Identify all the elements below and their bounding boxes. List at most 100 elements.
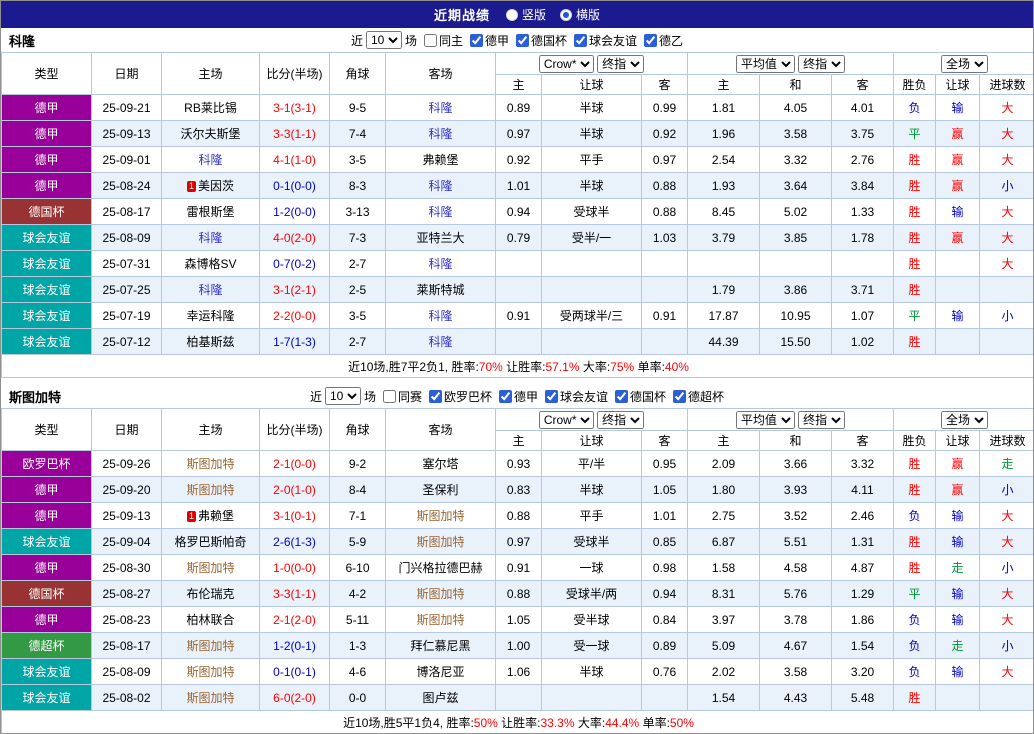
away-team-link[interactable]: 科隆 [386, 95, 496, 121]
scope-select[interactable]: 全场 [941, 411, 988, 429]
away-team-link[interactable]: 图卢兹 [386, 685, 496, 711]
score-link[interactable]: 2-1(2-0) [260, 607, 330, 633]
scope-select[interactable]: 全场 [941, 55, 988, 73]
home-team-link[interactable]: 幸运科隆 [162, 303, 260, 329]
home-team-link[interactable]: 森博格SV [162, 251, 260, 277]
home-team-link[interactable]: 雷根斯堡 [162, 199, 260, 225]
home-team-link[interactable]: 斯图加特 [162, 451, 260, 477]
league-filter-checkbox[interactable] [429, 390, 442, 403]
avg-guest-cell: 3.71 [832, 277, 894, 303]
away-team-link[interactable]: 斯图加特 [386, 529, 496, 555]
score-link[interactable]: 3-1(2-1) [260, 277, 330, 303]
score-link[interactable]: 6-0(2-0) [260, 685, 330, 711]
league-filter[interactable]: 德超杯 [669, 388, 724, 405]
score-link[interactable]: 0-1(0-1) [260, 659, 330, 685]
score-link[interactable]: 3-1(0-1) [260, 503, 330, 529]
odds-company-select[interactable]: Crow* [539, 411, 594, 429]
radio-vertical[interactable]: 竖版 [506, 6, 546, 23]
score-link[interactable]: 4-1(1-0) [260, 147, 330, 173]
home-team-link[interactable]: 格罗巴斯帕奇 [162, 529, 260, 555]
away-team-link[interactable]: 斯图加特 [386, 607, 496, 633]
away-team-link[interactable]: 博洛尼亚 [386, 659, 496, 685]
league-filter-checkbox[interactable] [470, 34, 483, 47]
average-select[interactable]: 平均值 [736, 55, 795, 73]
away-team-link[interactable]: 科隆 [386, 329, 496, 355]
home-team-link[interactable]: 斯图加特 [162, 685, 260, 711]
final-odds-select[interactable]: 终指 [597, 55, 644, 73]
recent-count-select[interactable]: 10 [325, 387, 361, 405]
home-team-link[interactable]: 斯图加特 [162, 633, 260, 659]
league-filter[interactable]: 德甲 [466, 32, 509, 49]
league-filter-checkbox[interactable] [516, 34, 529, 47]
average-select[interactable]: 平均值 [736, 411, 795, 429]
final-odds-select[interactable]: 终指 [798, 411, 845, 429]
score-link[interactable]: 3-3(1-1) [260, 581, 330, 607]
final-odds-select[interactable]: 终指 [798, 55, 845, 73]
league-filter-checkbox[interactable] [383, 390, 396, 403]
away-team-link[interactable]: 弗赖堡 [386, 147, 496, 173]
score-link[interactable]: 3-3(1-1) [260, 121, 330, 147]
score-link[interactable]: 3-1(3-1) [260, 95, 330, 121]
recent-count-select[interactable]: 10 [366, 31, 402, 49]
score-link[interactable]: 2-0(1-0) [260, 477, 330, 503]
radio-horizontal[interactable]: 横版 [560, 6, 600, 23]
home-team-link[interactable]: 1美因茨 [162, 173, 260, 199]
away-team-link[interactable]: 科隆 [386, 251, 496, 277]
score-link[interactable]: 1-2(0-0) [260, 199, 330, 225]
score-link[interactable]: 0-1(0-0) [260, 173, 330, 199]
league-filter[interactable]: 德国杯 [611, 388, 666, 405]
score-link[interactable]: 1-2(0-1) [260, 633, 330, 659]
away-team-link[interactable]: 斯图加特 [386, 581, 496, 607]
away-team-link[interactable]: 斯图加特 [386, 503, 496, 529]
league-filter[interactable]: 德国杯 [512, 32, 567, 49]
score-link[interactable]: 2-6(1-3) [260, 529, 330, 555]
score-link[interactable]: 2-2(0-0) [260, 303, 330, 329]
home-team-link[interactable]: 斯图加特 [162, 477, 260, 503]
away-team-link[interactable]: 拜仁慕尼黑 [386, 633, 496, 659]
away-team-link[interactable]: 圣保利 [386, 477, 496, 503]
home-team-link[interactable]: 斯图加特 [162, 659, 260, 685]
league-filter[interactable]: 欧罗巴杯 [425, 388, 492, 405]
league-filter[interactable]: 德甲 [495, 388, 538, 405]
score-link[interactable]: 1-7(1-3) [260, 329, 330, 355]
league-filter[interactable]: 同赛 [379, 388, 422, 405]
away-team-link[interactable]: 科隆 [386, 303, 496, 329]
league-filter-checkbox[interactable] [424, 34, 437, 47]
away-team-link[interactable]: 科隆 [386, 199, 496, 225]
home-team-link[interactable]: 斯图加特 [162, 555, 260, 581]
odds-company-select[interactable]: Crow* [539, 55, 594, 73]
home-team-link[interactable]: 布伦瑞克 [162, 581, 260, 607]
home-team-link[interactable]: 1弗赖堡 [162, 503, 260, 529]
away-team-link[interactable]: 门兴格拉德巴赫 [386, 555, 496, 581]
league-filter[interactable]: 球会友谊 [541, 388, 608, 405]
league-filter-checkbox[interactable] [545, 390, 558, 403]
score-link[interactable]: 2-1(0-0) [260, 451, 330, 477]
home-team-link[interactable]: RB莱比锡 [162, 95, 260, 121]
final-odds-select[interactable]: 终指 [597, 411, 644, 429]
away-team-link[interactable]: 亚特兰大 [386, 225, 496, 251]
summary-text: 大率: [580, 360, 611, 374]
home-team-link[interactable]: 柏林联合 [162, 607, 260, 633]
score-link[interactable]: 0-7(0-2) [260, 251, 330, 277]
home-team-link[interactable]: 科隆 [162, 225, 260, 251]
league-filter-checkbox[interactable] [673, 390, 686, 403]
home-team-link[interactable]: 科隆 [162, 277, 260, 303]
home-team-link[interactable]: 沃尔夫斯堡 [162, 121, 260, 147]
home-team-link[interactable]: 科隆 [162, 147, 260, 173]
corner-cell: 9-5 [330, 95, 386, 121]
away-team-link[interactable]: 莱斯特城 [386, 277, 496, 303]
league-filter[interactable]: 球会友谊 [570, 32, 637, 49]
league-filter-checkbox[interactable] [644, 34, 657, 47]
score-link[interactable]: 4-0(2-0) [260, 225, 330, 251]
away-team-link[interactable]: 塞尔塔 [386, 451, 496, 477]
away-team-link[interactable]: 科隆 [386, 121, 496, 147]
home-team-link[interactable]: 柏基斯兹 [162, 329, 260, 355]
league-filter[interactable]: 德乙 [640, 32, 683, 49]
away-team-link[interactable]: 科隆 [386, 173, 496, 199]
league-filter[interactable]: 同主 [420, 32, 463, 49]
league-filter-checkbox[interactable] [574, 34, 587, 47]
league-filter-checkbox[interactable] [499, 390, 512, 403]
score-link[interactable]: 1-0(0-0) [260, 555, 330, 581]
league-filter-checkbox[interactable] [615, 390, 628, 403]
result-cell: 胜 [894, 225, 936, 251]
